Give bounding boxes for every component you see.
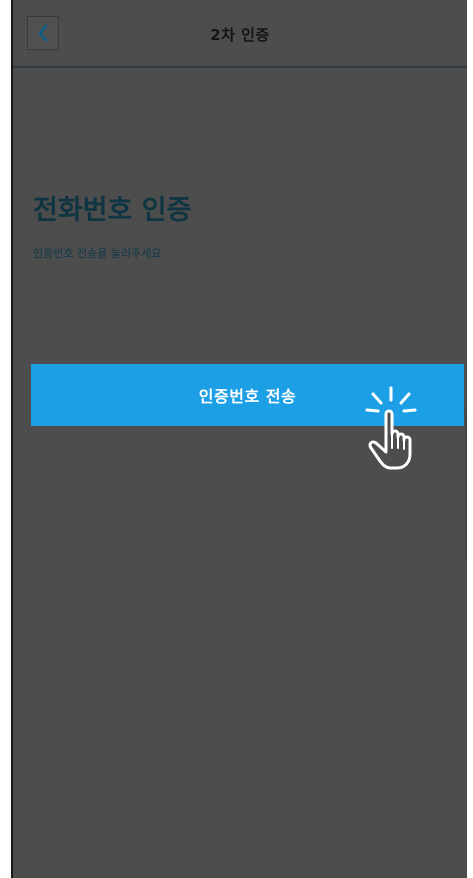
page-title: 2차 인증 <box>210 26 270 44</box>
window-edge <box>467 0 473 878</box>
top-bar: 2차 인증 <box>13 0 467 68</box>
send-code-button-label: 인증번호 전송 <box>198 387 297 406</box>
section-title: 전화번호 인증 <box>33 195 192 226</box>
hand-pointer-click-icon <box>365 386 417 470</box>
instruction-text: 인증번호 전송을 눌러주세요 <box>33 247 162 260</box>
app-frame: 2차 인증 전화번호 인증 인증번호 전송을 눌러주세요 인증번호 전송 <box>0 0 473 878</box>
dimmed-screen: 2차 인증 전화번호 인증 인증번호 전송을 눌러주세요 인증번호 전송 <box>11 0 468 878</box>
